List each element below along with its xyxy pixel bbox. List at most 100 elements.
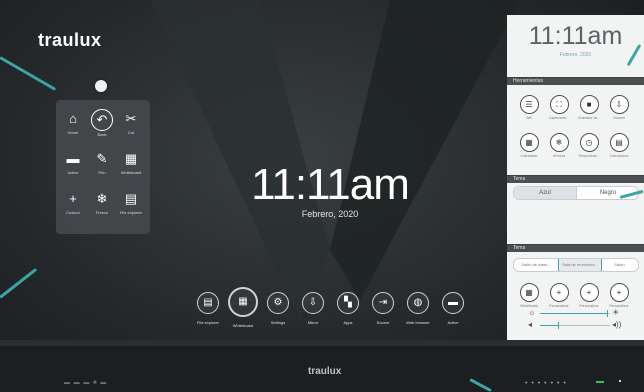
plus-icon: + — [69, 191, 77, 206]
cut-icon: ✂ — [125, 111, 137, 126]
power-status-light — [596, 381, 604, 383]
panel-date: Febrero, 2020 — [559, 52, 592, 58]
dock-item-whiteboard[interactable]: ▦ Whiteboard — [227, 287, 259, 328]
quick-menu: ⌂ Home ↶ Back ✂ Cut ▬ Active ✎ Pen ▦ Whi… — [56, 100, 150, 234]
brand-logo: traulux — [38, 30, 102, 50]
tool-label: Wifi — [526, 116, 532, 120]
desktop-date: Febrero, 2020 — [301, 209, 359, 219]
brightness-low-icon: ☼ — [528, 308, 536, 317]
brightness-high-icon: ☀ — [612, 308, 620, 317]
wallpaper-selector: Salón de clase... Sala de reuniones... S… — [513, 258, 639, 272]
capture-icon: ⛶ — [549, 95, 569, 114]
tool-label: Vsharer — [612, 116, 626, 120]
shortcut-label: Personalizar — [579, 304, 599, 308]
snowflake-icon: ❄ — [549, 133, 569, 152]
window-icon: ▬ — [442, 292, 464, 314]
brightness-slider[interactable] — [540, 310, 610, 317]
dock-item-source[interactable]: ⇥ Source — [367, 292, 399, 325]
display-bezel-rim — [0, 340, 644, 346]
dock-item-label: Web browser — [406, 320, 430, 325]
volume-low-icon: ◂ — [528, 320, 533, 329]
tool-label: Calculadora — [609, 154, 629, 158]
tool-wifi[interactable]: ☰ Wifi — [516, 95, 542, 120]
tools-header-label: Herramientas — [513, 78, 544, 84]
dock-item-apps[interactable]: ▚ Apps — [332, 292, 364, 325]
tool-vsharer[interactable]: ⇩ Vsharer — [606, 95, 632, 120]
quick-item-custom[interactable]: + Custom — [58, 188, 88, 228]
tool-label: Temporizad... — [578, 154, 600, 158]
dock-item-mirror[interactable]: ⇩ Mirror — [297, 292, 329, 325]
tool-calculator[interactable]: ▤ Calculadora — [606, 133, 632, 158]
calculator-icon: ▤ — [609, 133, 629, 152]
tool-label: uFreeze — [552, 154, 566, 158]
dock-item-settings[interactable]: ⚙ Settings — [262, 292, 294, 325]
quick-item-label: Freeze — [95, 210, 109, 215]
quick-menu-toggle[interactable] — [95, 80, 107, 92]
brightness-slider-fill — [540, 313, 607, 314]
dock-item-label: Source — [376, 320, 390, 325]
desktop-clock: 11:11am — [251, 160, 410, 209]
dock-item-label: Apps — [343, 320, 353, 325]
dock-item-label: File explorer — [196, 320, 219, 325]
share-icon: ⇩ — [609, 95, 629, 114]
plus-icon: + — [609, 283, 629, 302]
shortcut-whiteboard[interactable]: ▦ Whiteboard — [516, 283, 542, 308]
back-icon: ↶ — [91, 109, 113, 131]
theme-option-azul[interactable]: Azul — [514, 187, 576, 199]
dock-item-active[interactable]: ▬ Active — [437, 292, 469, 325]
shortcut-label: Personalizar — [549, 304, 569, 308]
bezel-sensor-dot — [619, 380, 621, 382]
quick-item-home[interactable]: ⌂ Home — [58, 108, 88, 148]
tools-section-header: Herramientas — [507, 77, 644, 85]
shortcut-customize-1[interactable]: + Personalizar — [546, 283, 572, 308]
dock-item-label: Active — [447, 320, 459, 325]
bezel-brand-logo: traulux — [308, 366, 342, 377]
wallpaper-option-hall[interactable]: Salón — [601, 259, 638, 271]
shortcut-customize-3[interactable]: + Personalizar — [606, 283, 632, 308]
bezel-button-indicators[interactable]: • • • • • • • — [525, 380, 567, 387]
wallpaper-option-meeting-room[interactable]: Sala de reuniones... — [558, 259, 602, 271]
snowflake-icon: ❄ — [96, 191, 108, 206]
gear-icon: ⚙ — [267, 292, 289, 314]
tool-timer[interactable]: ◷ Temporizad... — [576, 133, 602, 158]
calendar-icon: ▦ — [519, 133, 539, 152]
whiteboard-icon: ▦ — [124, 151, 138, 166]
theme-section-header: Tema — [507, 175, 644, 183]
apps-icon: ▚ — [337, 292, 359, 314]
quick-item-cut[interactable]: ✂ Cut — [116, 108, 146, 148]
brightness-slider-thumb[interactable] — [606, 310, 608, 317]
tool-screen-recorder[interactable]: ■ Grabador de... — [576, 95, 602, 120]
dock-item-label: Settings — [270, 320, 286, 325]
volume-slider[interactable] — [540, 322, 610, 329]
quick-item-pen[interactable]: ✎ Pen — [87, 148, 117, 188]
shortcut-customize-2[interactable]: + Personalizar — [576, 283, 602, 308]
wallpaper-section-header: Tema — [507, 244, 644, 252]
source-icon: ⇥ — [372, 292, 394, 314]
record-icon: ■ — [579, 95, 599, 114]
home-icon: ⌂ — [69, 111, 77, 126]
volume-high-icon: ◂)) — [612, 320, 622, 329]
quick-item-active[interactable]: ▬ Active — [58, 148, 88, 188]
quick-item-label: Custom — [66, 210, 80, 215]
tool-ufreeze[interactable]: ❄ uFreeze — [546, 133, 572, 158]
wifi-icon: ☰ — [519, 95, 539, 114]
dock-item-web-browser[interactable]: ◍ Web browser — [402, 292, 434, 325]
wallpaper-option-classroom[interactable]: Salón de clase... — [514, 259, 558, 271]
tool-screen-capture[interactable]: ⛶ Capturador... — [546, 95, 572, 120]
volume-slider-thumb[interactable] — [557, 322, 559, 329]
timer-icon: ◷ — [579, 133, 599, 152]
quick-item-file-explorer[interactable]: ▤ File explorer — [116, 188, 146, 228]
volume-slider-fill — [540, 325, 558, 326]
quick-item-back[interactable]: ↶ Back — [87, 108, 117, 148]
quick-item-whiteboard[interactable]: ▦ Whiteboard — [116, 148, 146, 188]
tool-calendar[interactable]: ▦ Calendario — [516, 133, 542, 158]
quick-item-label: Cut — [127, 130, 135, 135]
quick-item-label: File explorer — [119, 210, 142, 215]
dock-item-file-explorer[interactable]: ▤ File explorer — [192, 292, 224, 325]
quick-item-freeze[interactable]: ❄ Freeze — [87, 188, 117, 228]
dock-item-label: Whiteboard — [232, 323, 254, 328]
pen-icon: ✎ — [96, 151, 108, 166]
bottom-dock: ▤ File explorer ▦ Whiteboard ⚙ Settings … — [190, 284, 470, 328]
theme-header-label: Tema — [513, 176, 526, 182]
tool-label: Grabador de... — [577, 116, 601, 120]
